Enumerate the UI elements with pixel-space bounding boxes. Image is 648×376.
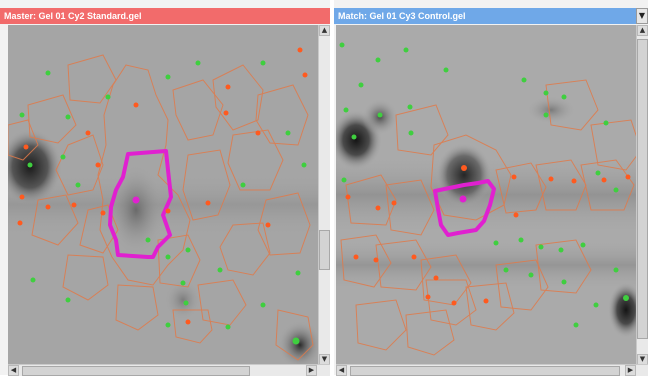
match-title-bar[interactable]: Match: Gel 01 Cy3 Control.gel bbox=[334, 8, 636, 24]
match-title: Match: Gel 01 Cy3 Control.gel bbox=[338, 11, 466, 21]
master-vertical-scroll-thumb[interactable] bbox=[319, 230, 330, 270]
match-pane: Match: Gel 01 Cy3 Control.gel ▼ ▲ ▼ ◀ ▶ bbox=[334, 0, 648, 376]
match-gel-image[interactable] bbox=[336, 25, 642, 365]
match-scroll-right-button[interactable]: ▶ bbox=[625, 365, 636, 376]
master-gel-image[interactable] bbox=[8, 25, 318, 365]
master-scroll-up-button[interactable]: ▲ bbox=[319, 25, 330, 36]
master-pane: Master: Gel 01 Cy2 Standard.gel ▲ ▼ ◀ ▶ bbox=[0, 0, 330, 376]
match-scroll-up-button[interactable]: ▲ bbox=[637, 25, 648, 36]
master-gel-view[interactable] bbox=[8, 25, 318, 365]
match-vertical-scrollbar[interactable]: ▲ ▼ bbox=[636, 25, 648, 365]
master-horizontal-scrollbar[interactable]: ◀ ▶ bbox=[8, 364, 330, 376]
match-scroll-left-button[interactable]: ◀ bbox=[336, 365, 347, 376]
master-vertical-scrollbar[interactable]: ▲ ▼ bbox=[318, 25, 330, 365]
match-gel-view[interactable] bbox=[336, 25, 642, 365]
match-vertical-scroll-thumb[interactable] bbox=[637, 39, 648, 339]
match-horizontal-scrollbar[interactable]: ◀ ▶ bbox=[336, 364, 648, 376]
chevron-down-icon[interactable]: ▼ bbox=[636, 8, 648, 24]
master-title-bar[interactable]: Master: Gel 01 Cy2 Standard.gel bbox=[0, 8, 330, 24]
master-scroll-left-button[interactable]: ◀ bbox=[8, 365, 19, 376]
master-scroll-right-button[interactable]: ▶ bbox=[306, 365, 317, 376]
master-title: Master: Gel 01 Cy2 Standard.gel bbox=[4, 11, 142, 21]
